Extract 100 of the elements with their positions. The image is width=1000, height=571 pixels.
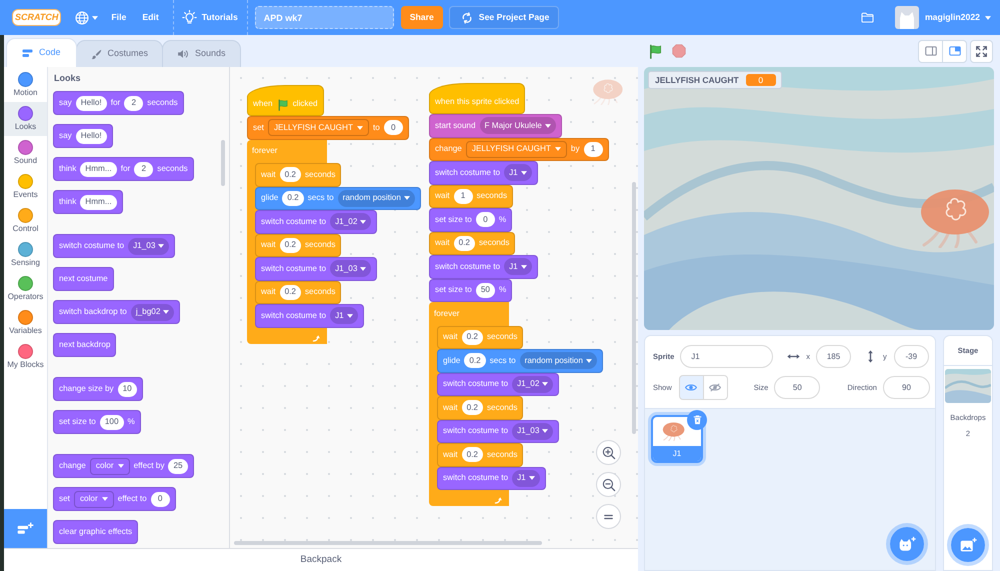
block-input[interactable]: 2 — [134, 162, 154, 176]
block-dropdown[interactable]: color — [74, 490, 114, 508]
block-input[interactable]: 10 — [118, 382, 137, 396]
code-block[interactable]: wait 0.2 seconds — [437, 326, 524, 349]
category-item[interactable]: Variables — [4, 306, 47, 340]
code-block[interactable]: change JELLYFISH CAUGHT by 1 — [429, 138, 609, 161]
backpack-header[interactable]: Backpack — [4, 548, 638, 571]
code-block[interactable]: wait 0.2 seconds — [255, 163, 342, 186]
flag-icon[interactable] — [648, 44, 663, 58]
block-dropdown[interactable]: J1 — [504, 164, 532, 182]
code-block[interactable]: switch costume to J1 — [429, 161, 538, 184]
code-block[interactable]: say Hello! — [53, 124, 113, 148]
scrollbar-thumb[interactable] — [234, 541, 542, 545]
block-input[interactable]: 0.2 — [280, 238, 301, 253]
block-input[interactable]: 1 — [584, 142, 603, 157]
block-dropdown[interactable]: J1_02 — [512, 376, 554, 393]
block-dropdown[interactable]: j_bg02 — [130, 304, 174, 320]
code-block[interactable]: switch costume to J1_03 — [53, 234, 176, 258]
block-dropdown[interactable]: J1 — [512, 470, 540, 487]
code-block[interactable]: set JELLYFISH CAUGHT to 0 — [247, 116, 409, 140]
block-input[interactable]: Hmm... — [80, 162, 117, 176]
block-input[interactable]: 25 — [168, 458, 188, 474]
block-input[interactable]: 0.2 — [464, 353, 486, 368]
block-dropdown[interactable]: F Major Ukulele — [480, 117, 556, 134]
avatar-icon[interactable] — [894, 6, 919, 29]
direction-field[interactable]: 90 — [882, 376, 930, 399]
add-backdrop-button[interactable] — [947, 524, 989, 566]
code-block[interactable]: switch costume to J1 — [437, 466, 546, 490]
block-input[interactable]: 0.2 — [454, 236, 475, 251]
stop-icon[interactable] — [672, 44, 686, 58]
code-block[interactable]: start sound F Major Ukulele — [429, 114, 562, 138]
block-input[interactable]: Hello! — [76, 96, 107, 110]
editor-tab[interactable]: Costumes — [76, 40, 164, 67]
code-block[interactable]: change color effect by 25 — [53, 454, 194, 478]
block-input[interactable]: 50 — [476, 282, 495, 298]
block-dropdown[interactable]: random position — [520, 352, 597, 370]
code-block[interactable]: wait 0.2 seconds — [255, 234, 342, 257]
code-block[interactable]: switch costume to J1_03 — [255, 257, 378, 280]
folder-icon[interactable] — [860, 12, 874, 23]
block-input[interactable]: 0 — [384, 120, 403, 136]
sprite-name-field[interactable]: J1 — [680, 345, 774, 368]
code-block[interactable]: glide 0.2 secs to random position — [437, 349, 603, 372]
code-block[interactable]: set size to 100 % — [53, 410, 141, 434]
loop-block[interactable]: forever wait 0.2 seconds glide 0.2 secs to random position switch costume to J1_02 wait 0.2 seconds switch costume to J1_03 wait 0.2 seconds switch costume to J1 — [429, 302, 603, 506]
code-block[interactable]: next backdrop — [53, 333, 116, 357]
code-block[interactable]: say Hello! for 2 seconds — [53, 91, 184, 115]
category-item[interactable]: Looks — [4, 102, 47, 136]
block-input[interactable]: 100 — [100, 414, 124, 430]
code-block[interactable]: wait 0.2 seconds — [255, 280, 342, 304]
code-block[interactable]: next costume — [53, 267, 114, 291]
add-extension-button[interactable] — [4, 509, 47, 548]
block-dropdown[interactable]: J1_03 — [128, 238, 170, 254]
block-dropdown[interactable]: J1_02 — [330, 213, 372, 230]
code-block[interactable]: switch backdrop to j_bg02 — [53, 300, 180, 324]
category-item[interactable]: Sound — [4, 136, 47, 170]
x-position-field[interactable]: 185 — [816, 345, 852, 368]
category-item[interactable]: Operators — [4, 272, 47, 306]
code-block[interactable]: wait 1 seconds — [429, 184, 514, 208]
loop-block[interactable]: forever wait 0.2 seconds glide 0.2 secs to random position switch costume to J1_02 wait 0.2 seconds switch costume to J1_03 wait 0.2 seconds switch costume to J1 — [247, 140, 421, 344]
y-position-field[interactable]: -39 — [894, 345, 929, 368]
category-item[interactable]: Events — [4, 170, 47, 204]
code-block[interactable]: think Hmm... for 2 seconds — [53, 157, 194, 181]
block-input[interactable]: 0 — [476, 212, 495, 228]
reset-zoom-button[interactable] — [596, 504, 621, 529]
category-item[interactable]: My Blocks — [4, 340, 47, 374]
block-input[interactable]: 0 — [150, 492, 170, 506]
code-block[interactable]: clear graphic effects — [53, 520, 138, 544]
block-input[interactable]: Hmm... — [80, 194, 117, 210]
editor-tab[interactable]: Sounds — [162, 40, 241, 67]
add-sprite-button[interactable] — [886, 523, 928, 565]
block-dropdown[interactable]: J1_03 — [330, 260, 372, 278]
project-page-button[interactable]: See Project Page — [448, 6, 560, 29]
block-input[interactable]: 1 — [454, 188, 473, 204]
category-item[interactable]: Motion — [4, 68, 47, 102]
block-dropdown[interactable]: J1_03 — [512, 422, 554, 440]
block-input[interactable]: 0.2 — [462, 447, 483, 462]
scrollbar-thumb[interactable] — [221, 140, 225, 186]
block-dropdown[interactable]: color — [90, 458, 130, 474]
code-block[interactable]: set size to 50 % — [429, 278, 512, 302]
code-block[interactable]: glide 0.2 secs to random position — [255, 186, 421, 210]
code-block[interactable]: set color effect to 0 — [53, 487, 176, 511]
stage-size-button[interactable] — [918, 40, 943, 62]
code-block[interactable]: switch costume to J1_03 — [437, 420, 560, 443]
block-input[interactable]: 0.2 — [462, 400, 483, 416]
block-input[interactable]: 0.2 — [280, 167, 301, 182]
code-block[interactable]: wait 0.2 seconds — [437, 443, 524, 466]
code-block[interactable]: switch costume to J1 — [255, 304, 364, 328]
code-block[interactable]: change size by 10 — [53, 377, 143, 401]
scrollbar-thumb[interactable] — [632, 182, 636, 434]
code-block[interactable]: wait 0.2 seconds — [429, 232, 516, 255]
zoom-in-button[interactable] — [596, 440, 621, 465]
block-dropdown[interactable]: J1 — [330, 307, 358, 324]
code-block[interactable]: switch costume to J1_02 — [255, 210, 378, 234]
category-item[interactable]: Control — [4, 204, 47, 238]
stage-size-button[interactable] — [942, 40, 967, 62]
block-input[interactable]: 0.2 — [282, 190, 304, 206]
block-dropdown[interactable]: random position — [338, 190, 415, 207]
size-field[interactable]: 50 — [774, 376, 820, 399]
block-input[interactable]: Hello! — [76, 128, 107, 144]
hide-button[interactable] — [702, 375, 728, 400]
